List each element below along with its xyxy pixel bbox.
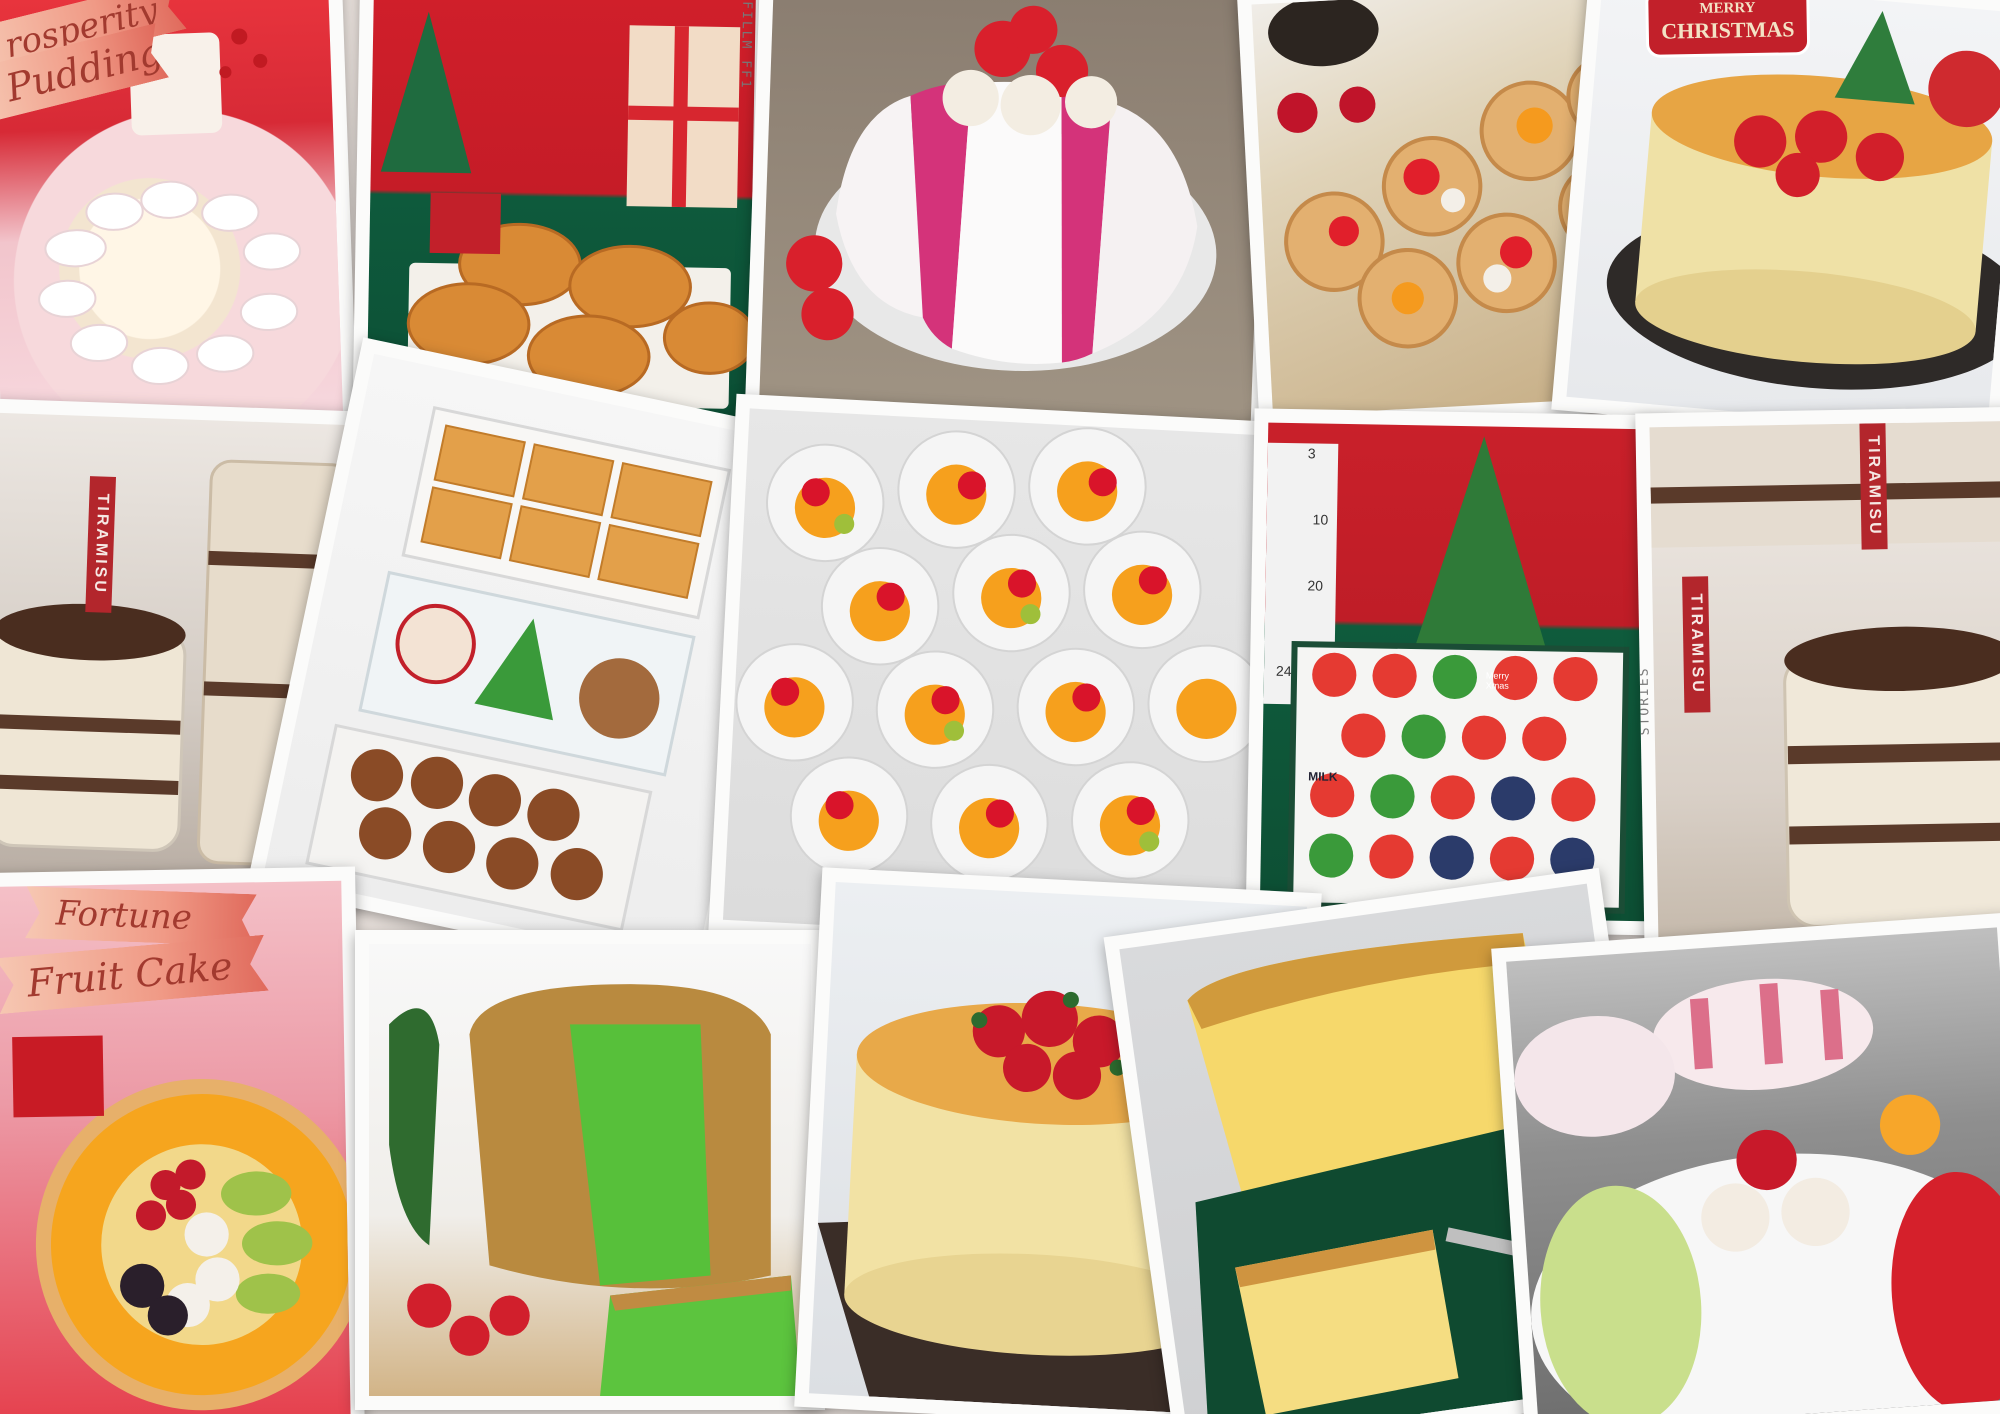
christmas-cheesecake-shape <box>1606 10 2000 390</box>
sign-line2: CHRISTMAS <box>1661 16 1795 44</box>
merry-christmas-sign: MERRY CHRISTMAS <box>1645 0 1811 58</box>
advent-number: 3 <box>1307 445 1316 462</box>
advent-number: 20 <box>1307 577 1324 594</box>
cookie-label-milk: MILK <box>1308 769 1338 784</box>
film-edge-text: CNVFILLM FF1 <box>737 0 755 90</box>
photo-prosperity-pudding: rosperity Pudding <box>0 0 359 457</box>
tiramisu-label-right: TIRAMISU <box>1682 576 1711 713</box>
advent-calendar-strip: 3 10 20 24 <box>1266 443 1338 680</box>
photo-jelly-pudding-closeup <box>1491 912 2000 1414</box>
cookie-label-merry-xmas: Merry Xmas <box>1485 670 1510 691</box>
advent-number: 24 <box>1275 662 1292 680</box>
jelly-pudding-closeup-shape <box>1514 978 2000 1414</box>
photo-jelly-pudding <box>743 0 1281 454</box>
photo-fortune-fruit-cake: Fortune Fruit Cake <box>0 866 365 1414</box>
photo-christmas-cookie-box: 3 10 20 24 MILK Merry Xmas <box>1245 408 1675 936</box>
advent-number: 10 <box>1312 511 1329 528</box>
dessert-photo-collage: rosperity Pudding CNVFILLM FF1 MERRY CHR… <box>0 0 2000 1414</box>
fortune-banner-top: Fortune <box>25 886 257 946</box>
photo-christmas-cheesecake: MERRY CHRISTMAS <box>1551 0 2000 449</box>
fortune-banner-line2: Fruit Cake <box>25 943 235 1006</box>
fortune-banner-line1: Fortune <box>55 893 193 939</box>
tiramisu-label-left: TIRAMISU <box>85 476 117 613</box>
tiramisu-label-right-top: TIRAMISU <box>1859 423 1888 550</box>
mini-tarts-grid <box>735 427 1266 883</box>
photo-tiramisu-jar-right: TIRAMISU TIRAMISU STORIES <box>1635 406 2000 964</box>
jelly-pudding-shape <box>786 5 1217 372</box>
photo-pandan-chiffon <box>355 930 825 1410</box>
pandan-chiffon-shape <box>389 984 801 1396</box>
